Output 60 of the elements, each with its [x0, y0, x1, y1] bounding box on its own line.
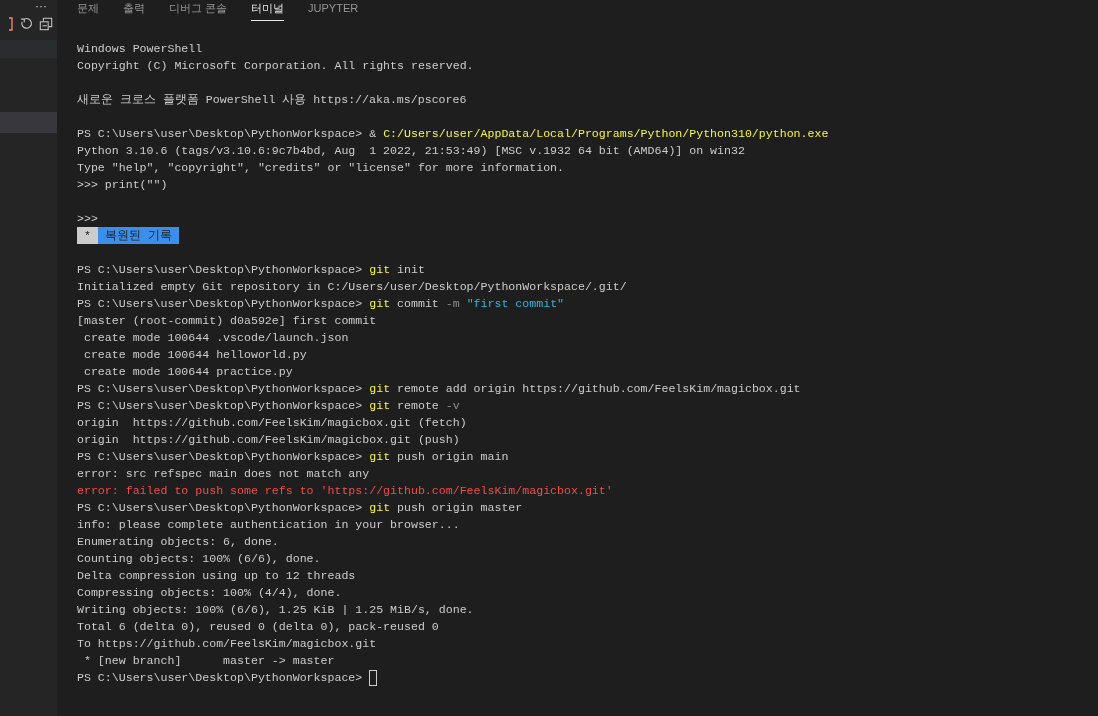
terminal-text: >>> [77, 211, 98, 227]
terminal-text: PS C:\Users\user\Desktop\PythonWorkspace> [77, 670, 364, 686]
command-text: -v [445, 398, 460, 414]
terminal-text: Counting objects: 100% (6/6), done. [77, 551, 321, 567]
refresh-icon[interactable] [19, 17, 33, 31]
terminal-text: push origin master [396, 500, 523, 516]
terminal-text: Total 6 (delta 0), reused 0 (delta 0), pack-reused 0 [77, 619, 439, 635]
terminal-badge: * [77, 227, 98, 244]
terminal-text: PS C:\Users\user\Desktop\PythonWorkspace> [77, 500, 364, 516]
terminal-text: origin https://github.com/FeelsKim/magicbox.git (fetch) [77, 415, 467, 431]
terminal-text: create mode 100644 .vscode/launch.json [82, 330, 349, 346]
terminal-text: create mode 100644 practice.py [82, 364, 293, 380]
command-text: git [369, 449, 391, 465]
terminal-badge: 복원된 기록 [97, 227, 179, 244]
panel-tab[interactable]: 터미널 [251, 0, 285, 21]
command-text: "first commit" [465, 296, 565, 312]
terminal-text: PS C:\Users\user\Desktop\PythonWorkspace> [77, 381, 364, 397]
command-text: C:/Users/user/AppData/Local/Programs/Python/Python310/python.exe [383, 126, 829, 142]
terminal-text: error: src refspec main does not match any [77, 466, 370, 482]
terminal-text: origin https://github.com/FeelsKim/magicbox.git (push) [77, 432, 460, 448]
terminal-text: info: please complete authentication in your browser... [77, 517, 460, 533]
command-text: git [369, 381, 391, 397]
terminal-text: PS C:\Users\user\Desktop\PythonWorkspace> [77, 296, 364, 312]
panel-tab[interactable]: 디버그 콘솔 [169, 0, 228, 21]
terminal-text: PS C:\Users\user\Desktop\PythonWorkspace> [77, 398, 364, 414]
panel-tab[interactable]: 문제 [77, 0, 99, 21]
terminal-text: PS C:\Users\user\Desktop\PythonWorkspace> [77, 262, 364, 278]
terminal-text: Type "help", "copyright", "credits" or "license" for more information. [77, 160, 565, 176]
terminal-text: commit [396, 296, 440, 312]
terminal-text: PS C:\Users\user\Desktop\PythonWorkspace> & [77, 126, 378, 142]
terminal-text: PS C:\Users\user\Desktop\PythonWorkspace> [77, 449, 364, 465]
terminal-text: Python 3.10.6 (tags/v3.10.6:9c7b4bd, Aug 1 2022, 21:53:49) [MSC v.1932 64 bit (AMD64)] on win32 [77, 143, 745, 159]
more-button[interactable]: ··· [35, 0, 47, 14]
terminal-text: remote add origin https://github.com/FeelsKim/magicbox.git [396, 381, 801, 397]
terminal-text: Delta compression using up to 12 threads [77, 568, 356, 584]
panel-tab[interactable]: 출력 [123, 0, 145, 21]
terminal-text: To https://github.com/FeelsKim/magicbox.git [77, 636, 377, 652]
terminal-text: remote [396, 398, 440, 414]
command-text: git [369, 398, 391, 414]
terminal-text: create mode 100644 helloworld.py [82, 347, 307, 363]
command-text: git [369, 296, 391, 312]
terminal-text: Initialized empty Git repository in C:/Users/user/Desktop/PythonWorkspace/.git/ [77, 279, 627, 295]
terminal-text: >>> print("") [77, 177, 168, 193]
terminal-text: Compressing objects: 100% (4/4), done. [77, 585, 342, 601]
error-text: error: failed to push some refs to 'https://github.com/FeelsKim/magicbox.git' [77, 483, 613, 499]
terminal-text: Enumerating objects: 6, done. [77, 534, 279, 550]
command-text: git [369, 262, 391, 278]
terminal-text: Copyright (C) Microsoft Corporation. All rights reserved. [77, 58, 474, 74]
command-text: -m [445, 296, 460, 312]
terminal-cursor [369, 669, 378, 686]
panel-tab[interactable]: JUPYTER [308, 0, 359, 21]
terminal-text: push origin main [396, 449, 509, 465]
terminal-text: Windows PowerShell [77, 41, 203, 57]
command-text: git [369, 500, 391, 516]
terminal-text: * [new branch] master -> master [82, 653, 335, 669]
terminal-text: [master (root-commit) d0a592e] first commit [77, 313, 377, 329]
terminal-text: 새로운 크로스 플랫폼 PowerShell 사용 https://aka.ms/pscore6 [77, 92, 467, 108]
terminal-text: init [396, 262, 425, 278]
terminal-text: Writing objects: 100% (6/6), 1.25 KiB | 1.25 MiB/s, done. [77, 602, 474, 618]
collapse-icon[interactable] [39, 17, 53, 31]
